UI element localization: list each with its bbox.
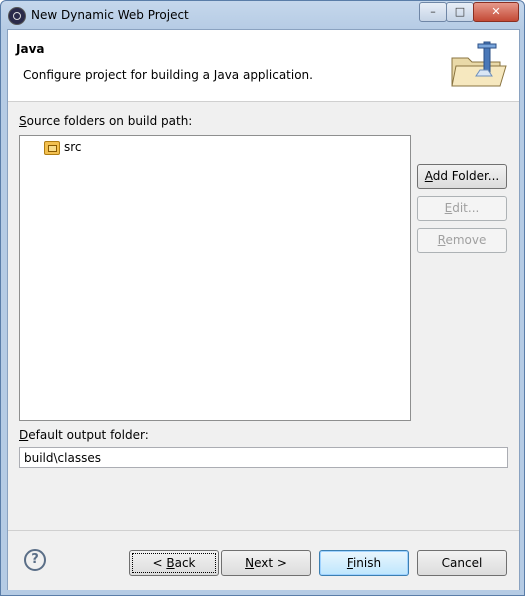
- remove-button[interactable]: Remove: [417, 228, 507, 253]
- close-button[interactable]: ✕: [473, 2, 519, 22]
- default-output-folder-label: Default output folder:: [19, 428, 149, 442]
- dialog-client-area: Java Configure project for building a Ja…: [7, 29, 520, 590]
- edit-button[interactable]: Edit...: [417, 196, 507, 221]
- window-title: New Dynamic Web Project: [31, 8, 189, 22]
- minimize-button[interactable]: –: [419, 2, 447, 22]
- wizard-footer: ? < Back Next > Finish Cancel: [8, 530, 519, 590]
- eclipse-app-icon: [8, 7, 26, 25]
- source-folders-label: Source folders on build path:: [19, 114, 193, 128]
- next-button[interactable]: Next >: [221, 550, 311, 576]
- java-project-folder-icon: [451, 41, 507, 87]
- maximize-button[interactable]: □: [446, 2, 474, 22]
- dialog-window: New Dynamic Web Project – □ ✕ Java Confi…: [0, 0, 525, 596]
- page-title: Java: [16, 42, 45, 56]
- output-folder-field[interactable]: build\classes: [19, 447, 508, 468]
- title-bar[interactable]: New Dynamic Web Project – □ ✕: [1, 1, 524, 29]
- tree-item-label: src: [64, 140, 82, 154]
- source-folder-icon: [44, 141, 60, 155]
- source-folders-tree[interactable]: src: [19, 135, 411, 421]
- wizard-header: Java Configure project for building a Ja…: [8, 30, 519, 102]
- wizard-body: Source folders on build path: src Add Fo…: [8, 102, 519, 530]
- page-description: Configure project for building a Java ap…: [23, 68, 313, 82]
- finish-button[interactable]: Finish: [319, 550, 409, 576]
- back-button[interactable]: < Back: [129, 550, 219, 576]
- help-icon[interactable]: ?: [24, 549, 46, 571]
- cancel-button[interactable]: Cancel: [417, 550, 507, 576]
- add-folder-button[interactable]: Add Folder...: [417, 164, 507, 189]
